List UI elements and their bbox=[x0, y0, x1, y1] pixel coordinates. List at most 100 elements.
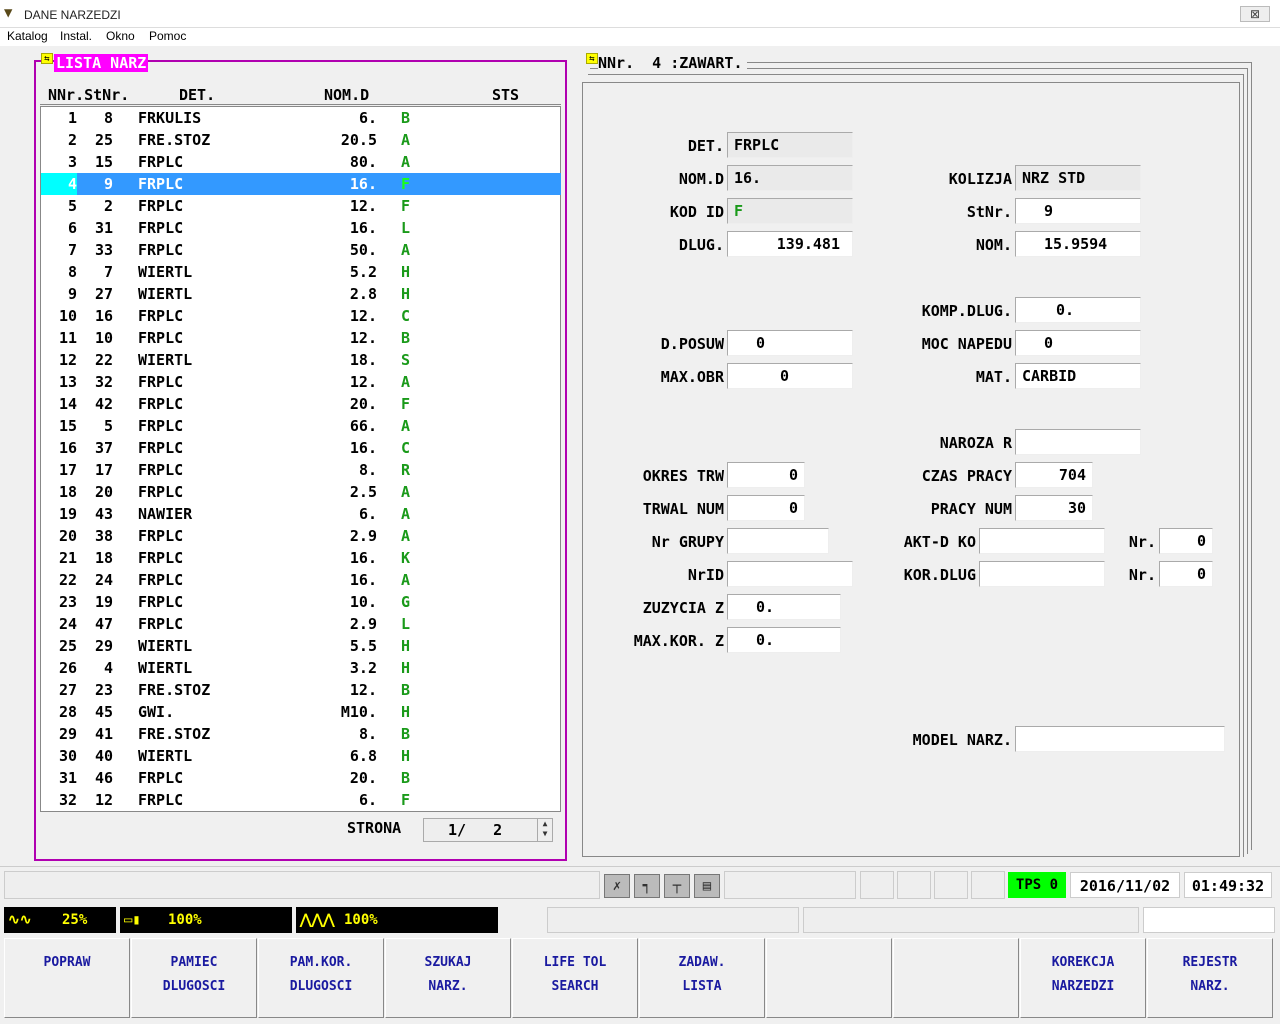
cell-nomd: 20. bbox=[349, 395, 377, 413]
table-row[interactable]: 19 43 NAWIER 6. A bbox=[41, 503, 561, 525]
softkey-popraw[interactable]: POPRAW bbox=[4, 938, 130, 1018]
table-row[interactable]: 20 38 FRPLC 2.9 A bbox=[41, 525, 561, 547]
cell-sts: A bbox=[401, 417, 411, 435]
cell-sts: L bbox=[401, 615, 411, 633]
menu-okno[interactable]: Okno bbox=[106, 29, 135, 43]
panel-switch-icon[interactable]: ⇆ bbox=[41, 53, 53, 64]
cell-nomd: 12. bbox=[349, 307, 377, 325]
table-row[interactable]: 26 4 WIERTL 3.2 H bbox=[41, 657, 561, 679]
cell-sts: A bbox=[401, 131, 411, 149]
tool-list[interactable]: 1 8 FRKULIS 6. B 2 25 FRE.STOZ 20.5 A 3 15 FRPLC 80. A… bbox=[40, 106, 561, 812]
field-kolizja[interactable]: NRZ STD bbox=[1015, 165, 1141, 191]
table-row[interactable]: 12 22 WIERTL 18. S bbox=[41, 349, 561, 371]
cell-nomd: 20.5 bbox=[340, 131, 377, 149]
field-trwal-num[interactable]: 0 bbox=[727, 495, 805, 521]
cell-nomd: 50. bbox=[349, 241, 377, 259]
field-nomd[interactable]: 16. bbox=[727, 165, 853, 191]
table-row[interactable]: 7 33 FRPLC 50. A bbox=[41, 239, 561, 261]
field-naroza-r[interactable] bbox=[1015, 429, 1141, 455]
cell-nomd: 20. bbox=[349, 769, 377, 787]
field-nom[interactable]: 15.9594 bbox=[1015, 231, 1141, 257]
table-row[interactable]: 11 10 FRPLC 12. B bbox=[41, 327, 561, 349]
table-row[interactable]: 32 12 FRPLC 6. F bbox=[41, 789, 561, 811]
feed-override-value: 100% bbox=[168, 912, 202, 928]
field-akt-d-ko[interactable] bbox=[979, 528, 1105, 554]
softkey-life-tol-search[interactable]: LIFE TOL SEARCH bbox=[512, 938, 638, 1018]
field-moc-napedu[interactable]: 0 bbox=[1015, 330, 1141, 356]
cell-sts: H bbox=[401, 703, 411, 721]
field-mat[interactable]: CARBID bbox=[1015, 363, 1141, 389]
field-kod-id[interactable]: F bbox=[727, 198, 853, 224]
cell-stnr: 33 bbox=[94, 241, 113, 259]
cell-sts: A bbox=[401, 483, 411, 501]
field-kor-dlug[interactable] bbox=[979, 561, 1105, 587]
softkey-pam-kor-dlugosci[interactable]: PAM.KOR. DLUGOSCI bbox=[258, 938, 384, 1018]
softkey-rejestr-narz[interactable]: REJESTR NARZ. bbox=[1147, 938, 1273, 1018]
table-row[interactable]: 1 8 FRKULIS 6. B bbox=[41, 107, 561, 129]
field-nr-grupy[interactable] bbox=[727, 528, 829, 554]
label-stnr: StNr. bbox=[966, 203, 1012, 221]
close-button[interactable]: ⊠ bbox=[1240, 6, 1270, 22]
field-okres-trw[interactable]: 0 bbox=[727, 462, 805, 488]
table-row[interactable]: 9 27 WIERTL 2.8 H bbox=[41, 283, 561, 305]
menu-pomoc[interactable]: Pomoc bbox=[149, 29, 186, 43]
field-dlug[interactable]: 139.481 bbox=[727, 231, 853, 257]
table-row[interactable]: 18 20 FRPLC 2.5 A bbox=[41, 481, 561, 503]
label-det: DET. bbox=[687, 137, 724, 155]
table-row[interactable]: 10 16 FRPLC 12. C bbox=[41, 305, 561, 327]
page-spinner-icon[interactable]: ▲ ▼ bbox=[537, 819, 552, 841]
table-row[interactable]: 13 32 FRPLC 12. A bbox=[41, 371, 561, 393]
tool-magazine-icon: ▤ bbox=[694, 874, 720, 898]
table-row[interactable]: 22 24 FRPLC 16. A bbox=[41, 569, 561, 591]
status-slot bbox=[724, 871, 856, 899]
field-komp-dlug[interactable]: 0. bbox=[1015, 297, 1141, 323]
table-row[interactable]: 6 31 FRPLC 16. L bbox=[41, 217, 561, 239]
softkey-pamiec-dlugosci[interactable]: PAMIEC DLUGOSCI bbox=[131, 938, 257, 1018]
menu-instal[interactable]: Instal. bbox=[60, 29, 92, 43]
softkey-zadaw-lista[interactable]: ZADAW. LISTA bbox=[639, 938, 765, 1018]
field-czas-pracy[interactable]: 704 bbox=[1015, 462, 1093, 488]
field-pracy-num[interactable]: 30 bbox=[1015, 495, 1093, 521]
table-row[interactable]: 5 2 FRPLC 12. F bbox=[41, 195, 561, 217]
panel-switch-icon[interactable]: ⇆ bbox=[586, 53, 598, 64]
table-row[interactable]: 15 5 FRPLC 66. A bbox=[41, 415, 561, 437]
table-row[interactable]: 24 47 FRPLC 2.9 L bbox=[41, 613, 561, 635]
feed-override-gauge: ▭▮ 100% bbox=[120, 907, 292, 933]
table-row[interactable]: 25 29 WIERTL 5.5 H bbox=[41, 635, 561, 657]
softkey-korekcja-narzedzi[interactable]: KOREKCJA NARZEDZI bbox=[1020, 938, 1146, 1018]
field-nr-1[interactable]: 0 bbox=[1159, 528, 1213, 554]
field-model-narz[interactable] bbox=[1015, 726, 1225, 752]
field-nrid[interactable] bbox=[727, 561, 853, 587]
table-row[interactable]: 28 45 GWI. M10. H bbox=[41, 701, 561, 723]
softkey-szukaj-narz[interactable]: SZUKAJ NARZ. bbox=[385, 938, 511, 1018]
table-row[interactable]: 21 18 FRPLC 16. K bbox=[41, 547, 561, 569]
table-row[interactable]: 31 46 FRPLC 20. B bbox=[41, 767, 561, 789]
table-row[interactable]: 30 40 WIERTL 6.8 H bbox=[41, 745, 561, 767]
table-row[interactable]: 29 41 FRE.STOZ 8. B bbox=[41, 723, 561, 745]
field-nr-2[interactable]: 0 bbox=[1159, 561, 1213, 587]
cell-nnr: 21 bbox=[58, 549, 77, 567]
cell-nomd: 5.2 bbox=[349, 263, 377, 281]
field-d-posuw[interactable]: 0 bbox=[727, 330, 853, 356]
page-indicator[interactable]: 1/ 2 bbox=[423, 818, 553, 842]
table-row[interactable]: 8 7 WIERTL 5.2 H bbox=[41, 261, 561, 283]
field-zuzycia-z[interactable]: 0. bbox=[727, 594, 841, 620]
field-det[interactable]: FRPLC bbox=[727, 132, 853, 158]
cell-sts: H bbox=[401, 659, 411, 677]
table-row[interactable]: 2 25 FRE.STOZ 20.5 A bbox=[41, 129, 561, 151]
table-row[interactable]: 3 15 FRPLC 80. A bbox=[41, 151, 561, 173]
table-row[interactable]: 4 9 FRPLC 16. F bbox=[41, 173, 561, 195]
field-max-obr[interactable]: 0 bbox=[727, 363, 853, 389]
field-max-kor-z[interactable]: 0. bbox=[727, 627, 841, 653]
table-row[interactable]: 27 23 FRE.STOZ 12. B bbox=[41, 679, 561, 701]
softkey-empty-7[interactable] bbox=[766, 938, 892, 1018]
softkey-empty-8[interactable] bbox=[893, 938, 1019, 1018]
cell-det: NAWIER bbox=[138, 505, 193, 523]
field-stnr[interactable]: 9 bbox=[1015, 198, 1141, 224]
table-row[interactable]: 16 37 FRPLC 16. C bbox=[41, 437, 561, 459]
table-row[interactable]: 17 17 FRPLC 8. R bbox=[41, 459, 561, 481]
table-row[interactable]: 14 42 FRPLC 20. F bbox=[41, 393, 561, 415]
cell-nnr: 28 bbox=[58, 703, 77, 721]
menu-katalog[interactable]: Katalog bbox=[7, 29, 48, 43]
table-row[interactable]: 23 19 FRPLC 10. G bbox=[41, 591, 561, 613]
